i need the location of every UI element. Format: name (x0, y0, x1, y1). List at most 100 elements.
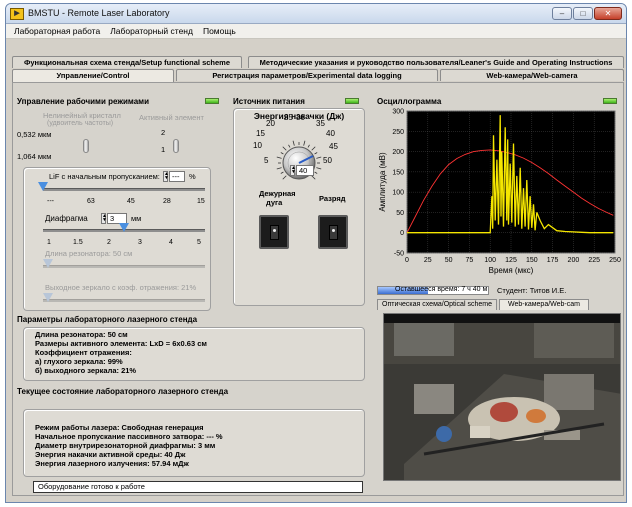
diaphragm-tick-5: 5 (197, 239, 201, 246)
lif-value[interactable]: --- (169, 171, 185, 182)
state-line-4: Энергия лазерного излучения: 57.94 мДж (35, 459, 189, 468)
pump-energy-spinner[interactable]: ▲ ▼ (290, 165, 296, 176)
menu-lab-stand[interactable]: Лабораторный стенд (110, 24, 193, 38)
power-title: Источник питания (233, 97, 305, 106)
lif-spinner[interactable]: ▲ ▼ (163, 171, 169, 182)
x-axis-label: Время (мкс) (489, 266, 534, 275)
tab-webcam[interactable]: Web-камера/Web-camera (440, 69, 624, 81)
maximize-icon[interactable]: □ (573, 7, 593, 20)
x-tick-label: 225 (588, 257, 600, 264)
y-axis-label: Амплитуда (мВ) (378, 152, 387, 212)
y-tick-label: 100 (392, 190, 404, 197)
standby-label-2: дуга (266, 198, 283, 207)
crystal-label-sub: (удвоитель частоты) (47, 120, 114, 127)
oscillogram-chart: 0 25 50 75 100 125 150 175 200 225 250-50050100150… (377, 107, 621, 283)
tab-setup-scheme[interactable]: Функциональная схема стенда/Setup functi… (12, 56, 242, 68)
lif-tick-1: 63 (87, 198, 95, 205)
knob-tick-mark (316, 156, 322, 159)
diaphragm-tick-2: 2 (107, 239, 111, 246)
menu-bar: Лабораторная работа Лабораторный стенд П… (6, 24, 626, 39)
knob-tick-mark (316, 167, 322, 170)
lif-tick-2: 45 (127, 198, 135, 205)
x-tick-label: 0 (405, 257, 409, 264)
y-tick-label: 200 (392, 149, 404, 156)
wavelength-1064: 1,064 мкм (17, 152, 52, 161)
pump-energy-value[interactable]: 40 (296, 165, 314, 176)
close-icon[interactable]: ✕ (594, 7, 622, 20)
subtab-optical-scheme[interactable]: Оптическая схема/Optical scheme (377, 299, 497, 310)
active-element-toggle[interactable] (173, 139, 179, 153)
tab-guide[interactable]: Методические указания и руководство поль… (248, 56, 624, 68)
resonator-slider-thumb (43, 259, 53, 268)
lif-label: LiF с начальным пропусканием: (49, 172, 160, 181)
lif-slider-track[interactable] (43, 188, 205, 191)
x-tick-label: 250 (609, 257, 621, 264)
minimize-icon[interactable]: – (552, 7, 572, 20)
mirror-slider-track (43, 299, 205, 302)
scope-title: Осциллограмма (377, 97, 442, 106)
knob-tick-mark (282, 146, 287, 151)
param-line-4: б) выходного зеркала: 21% (35, 366, 137, 375)
control-panel: Управление рабочими режимами Нелинейный … (12, 82, 624, 496)
lif-slider-thumb[interactable] (38, 182, 48, 191)
discharge-switch-rocker-icon (329, 225, 338, 240)
lif-tick-0: --- (47, 198, 54, 205)
knob-label-15: 15 (256, 129, 265, 138)
param-line-1: Размеры активного элемента: LxD = 6x0.63… (35, 339, 207, 348)
discharge-switch[interactable] (318, 215, 348, 249)
state-line-1: Начальное пропускание пассивного затвора… (35, 432, 223, 441)
output-mirror-label: Выходное зеркало с коэф. отражения: 21% (45, 283, 197, 292)
active-pos-2: 2 (161, 128, 166, 137)
diaphragm-label: Диафрагма (45, 214, 88, 223)
labview-app-icon: ▶ (10, 8, 24, 20)
knob-label-30: 30 (296, 113, 305, 122)
scope-led (603, 98, 617, 104)
discharge-label: Разряд (319, 194, 346, 203)
knob-label-20: 20 (266, 119, 275, 128)
resonator-slider-track (43, 265, 205, 268)
knob-label-25: 25 (284, 113, 293, 122)
diaphragm-tick-0: 1 (47, 239, 51, 246)
knob-tick-mark (311, 175, 316, 180)
student-label: Студент: Титов И.Е. (497, 286, 567, 295)
knob-tick-mark (276, 156, 282, 159)
knob-tick-mark (311, 146, 316, 151)
diaphragm-unit: мм (131, 214, 142, 223)
y-tick-label: 300 (392, 109, 404, 116)
x-tick-label: 150 (526, 257, 538, 264)
tab-data-logging[interactable]: Регистрация параметров/Experimental data… (176, 69, 438, 81)
standby-label-1: Дежурная (259, 189, 296, 198)
status-field: Оборудование готово к работе (33, 481, 363, 493)
knob-tick-mark (288, 144, 291, 148)
wavelength-532: 0,532 мкм (17, 130, 52, 139)
resonator-length-label: Длина резонатора: 50 см (45, 249, 133, 258)
knob-tick-mark (314, 152, 318, 155)
knob-label-35: 35 (316, 119, 325, 128)
subtab-webcam[interactable]: Web-камера/Web-cam (499, 299, 589, 310)
x-tick-label: 75 (466, 257, 474, 264)
active-element-label: Активный элемент (139, 113, 204, 122)
param-line-3: а) глухого зеркала: 99% (35, 357, 123, 366)
crystal-toggle[interactable] (83, 139, 89, 153)
knob-tick-mark (280, 152, 284, 155)
diaphragm-slider-thumb[interactable] (119, 223, 129, 232)
modes-title: Управление рабочими режимами (17, 97, 150, 106)
active-pos-1: 1 (161, 145, 166, 154)
x-tick-label: 25 (424, 257, 432, 264)
state-line-2: Диаметр внутрирезонаторной диафрагмы: 3 … (35, 441, 216, 450)
diaphragm-spinner[interactable]: ▲ ▼ (101, 213, 107, 224)
y-tick-label: 0 (400, 230, 404, 237)
menu-lab-work[interactable]: Лабораторная работа (14, 24, 100, 38)
knob-label-5: 5 (264, 156, 269, 165)
tab-control[interactable]: Управление/Control (12, 69, 174, 82)
window-title: BMSTU - Remote Laser Laboratory (28, 8, 170, 18)
menu-help[interactable]: Помощь (203, 24, 236, 38)
param-line-2: Коэффициент отражения: (35, 348, 132, 357)
standby-arc-switch[interactable] (259, 215, 289, 249)
state-line-0: Режим работы лазера: Свободная генерация (35, 423, 204, 432)
knob-tick-mark (280, 171, 284, 174)
crystal-label: Нелинейный кристалл (43, 111, 121, 120)
knob-label-50: 50 (323, 156, 332, 165)
standby-switch-rocker-icon (270, 225, 279, 240)
y-tick-label: 50 (396, 210, 404, 217)
